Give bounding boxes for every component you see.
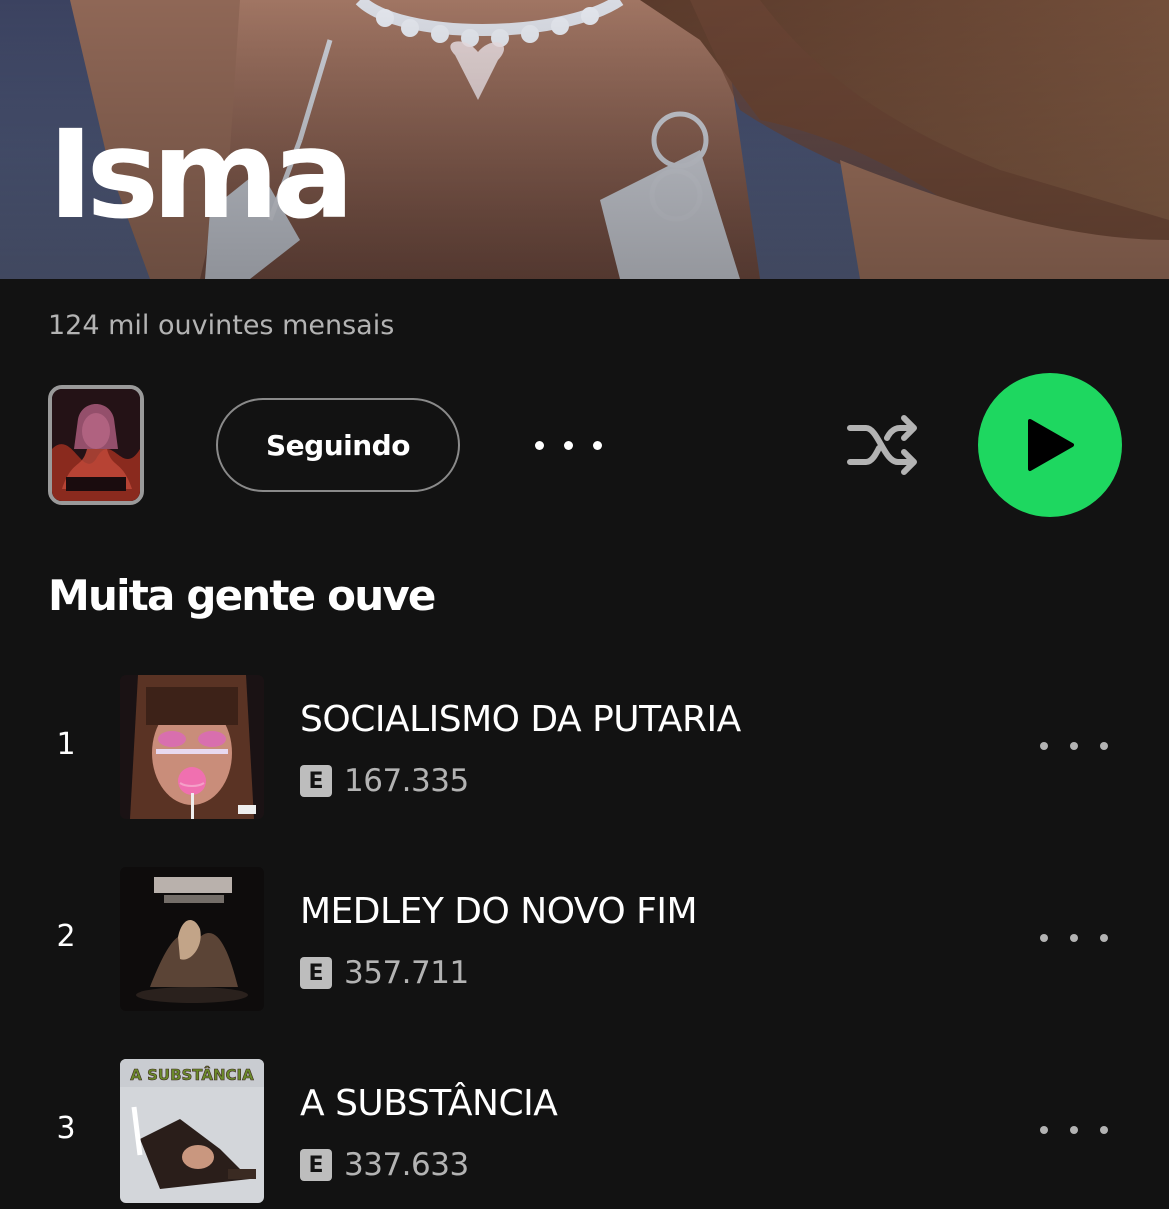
track-title: A SUBSTÂNCIA xyxy=(300,1083,558,1124)
artist-name: Isma xyxy=(48,104,354,246)
monthly-listeners: 124 mil ouvintes mensais xyxy=(48,310,395,341)
artist-pick-thumbnail[interactable] xyxy=(48,385,144,505)
shuffle-button[interactable] xyxy=(844,410,922,480)
track-index: 1 xyxy=(56,727,76,762)
action-bar: Seguindo xyxy=(0,370,1169,520)
track-index: 3 xyxy=(56,1111,76,1146)
play-icon xyxy=(1028,419,1074,471)
shuffle-icon xyxy=(847,415,917,475)
artist-pick-artwork xyxy=(52,389,140,501)
follow-button[interactable]: Seguindo xyxy=(216,398,460,492)
more-horizontal-icon xyxy=(1040,742,1048,750)
track-more-button[interactable] xyxy=(1040,925,1108,951)
more-horizontal-icon xyxy=(525,440,612,450)
track-meta: E 337.633 xyxy=(300,1145,469,1185)
explicit-badge: E xyxy=(300,1149,332,1181)
track-meta: E 167.335 xyxy=(300,761,469,801)
track-title: SOCIALISMO DA PUTARIA xyxy=(300,699,741,740)
track-index: 2 xyxy=(56,919,76,954)
track-meta: E 357.711 xyxy=(300,953,469,993)
track-artwork xyxy=(120,867,264,1011)
artist-hero: Isma xyxy=(0,0,1169,279)
track-title: MEDLEY DO NOVO FIM xyxy=(300,891,698,932)
explicit-badge: E xyxy=(300,957,332,989)
track-artwork: A SUBSTÂNCIA xyxy=(120,1059,264,1203)
track-artwork xyxy=(120,675,264,819)
play-count: 337.633 xyxy=(344,1147,469,1183)
more-horizontal-icon xyxy=(1040,1126,1048,1134)
track-more-button[interactable] xyxy=(1040,1117,1108,1143)
track-more-button[interactable] xyxy=(1040,733,1108,759)
follow-button-label: Seguindo xyxy=(266,428,410,462)
popular-section-title: Muita gente ouve xyxy=(48,571,436,620)
more-options-button[interactable] xyxy=(528,425,608,465)
play-button[interactable] xyxy=(978,373,1122,517)
play-count: 357.711 xyxy=(344,955,469,991)
track-row[interactable]: 3 A SUBSTÂNCIA A SUBSTÂNCIA E 337.633 xyxy=(0,1059,1169,1209)
track-row[interactable]: 2 MEDLEY DO NOVO FIM E 357.711 xyxy=(0,867,1169,1017)
play-count: 167.335 xyxy=(344,763,469,799)
track-row[interactable]: 1 SOCIALISMO DA PUTARIA E 167.335 xyxy=(0,675,1169,825)
album-art-text: A SUBSTÂNCIA xyxy=(130,1065,254,1084)
more-horizontal-icon xyxy=(1040,934,1048,942)
explicit-badge: E xyxy=(300,765,332,797)
